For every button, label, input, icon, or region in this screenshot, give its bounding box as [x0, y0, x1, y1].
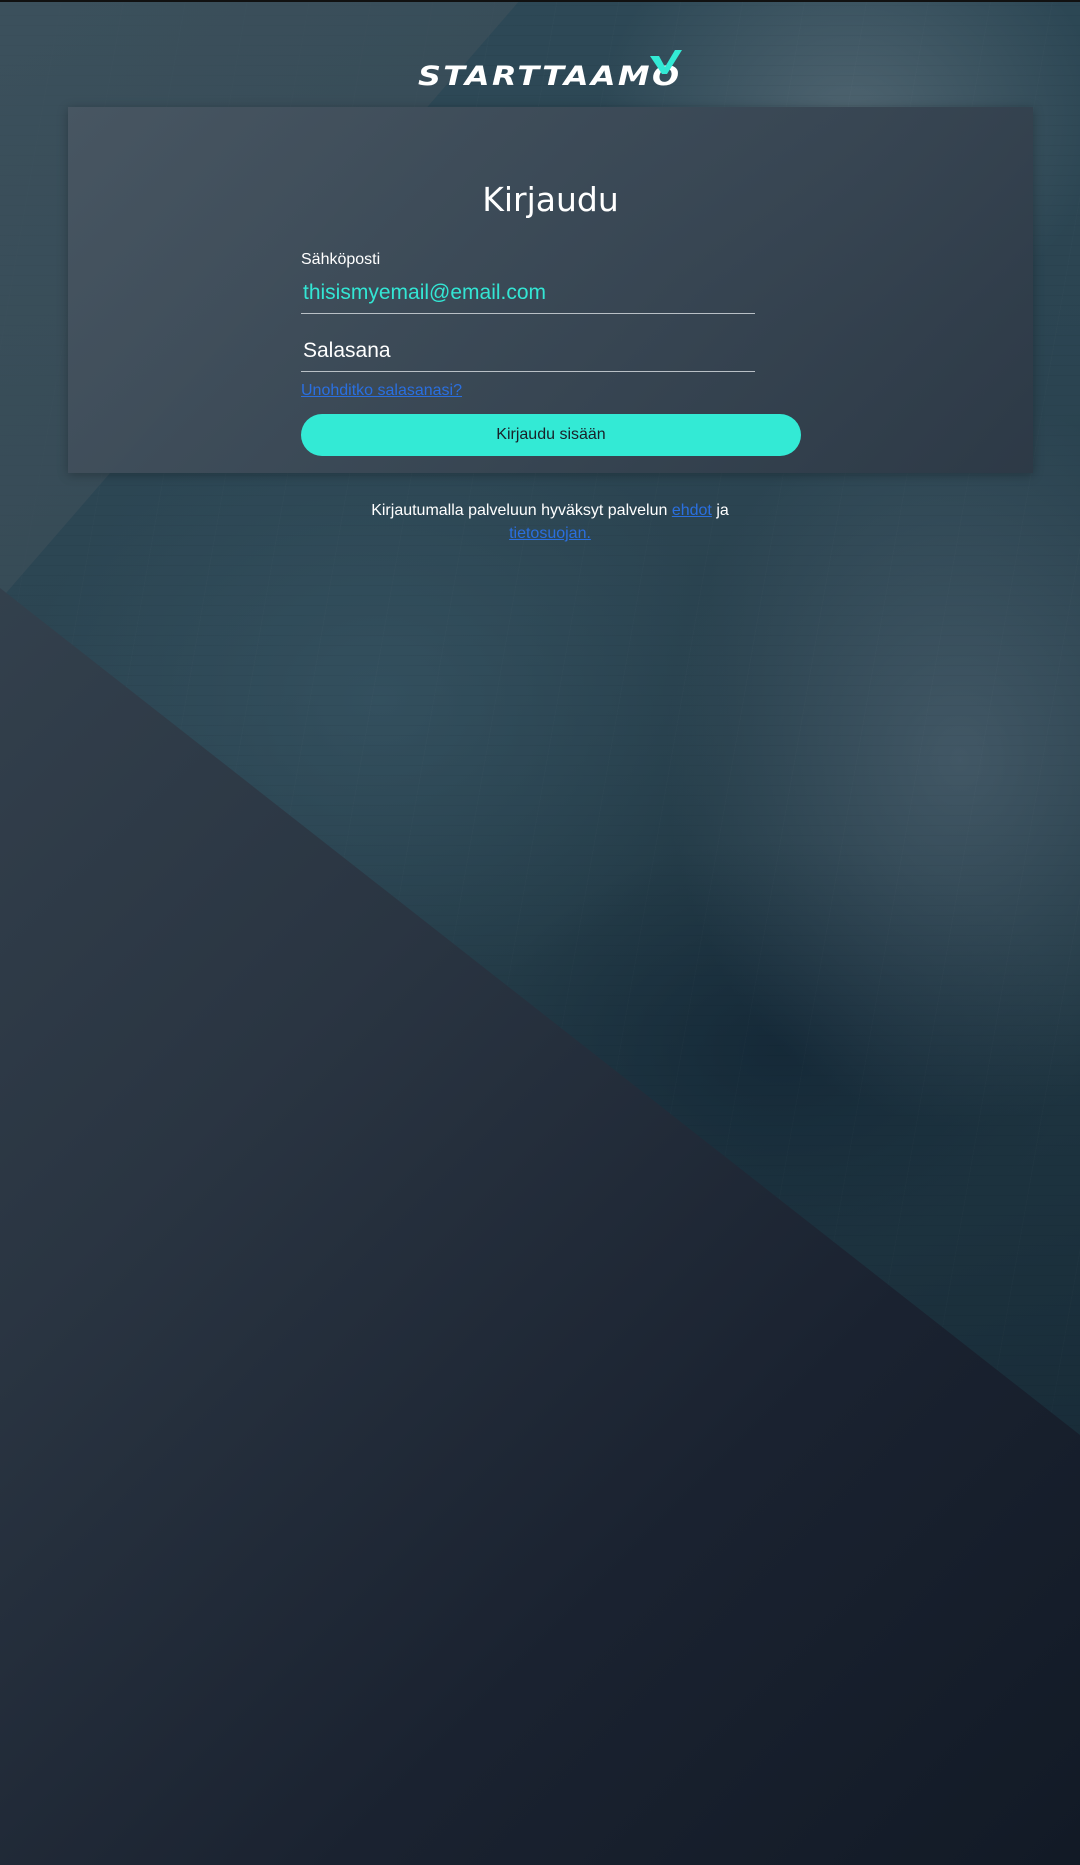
terms-text: Kirjautumalla palveluun hyväksyt palvelu… — [371, 502, 668, 519]
email-label: Sähköposti — [301, 251, 381, 268]
brand-logo: STARTTAAMO — [418, 50, 682, 90]
terms-notice: Kirjautumalla palveluun hyväksyt palvelu… — [340, 499, 760, 545]
terms-link[interactable]: ehdot — [672, 502, 712, 519]
check-icon — [650, 50, 682, 74]
privacy-link[interactable]: tietosuojan. — [509, 525, 591, 542]
login-button[interactable]: Kirjaudu sisään — [301, 414, 801, 456]
login-page: STARTTAAMO Kirjaudu Sähköposti Unohditko… — [0, 0, 1080, 1865]
brand-logo-text: STARTTAAMO — [418, 61, 682, 92]
forgot-password-link[interactable]: Unohditko salasanasi? — [301, 382, 462, 400]
terms-conjunction: ja — [716, 502, 729, 519]
top-border — [0, 0, 1080, 2]
password-field[interactable] — [301, 331, 755, 372]
email-field[interactable] — [301, 273, 755, 314]
page-title: Kirjaudu — [482, 180, 619, 219]
login-card: Kirjaudu Sähköposti Unohditko salasanasi… — [68, 107, 1033, 473]
